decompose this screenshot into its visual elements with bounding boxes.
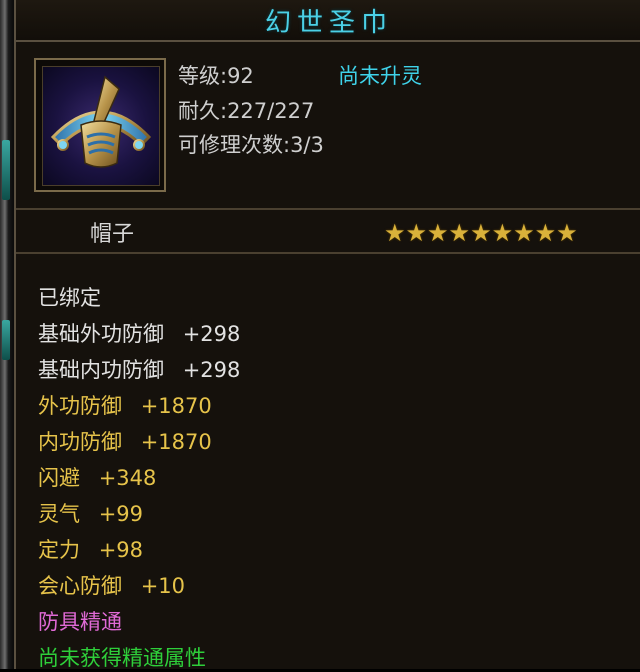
attribute-label: 定力 (38, 538, 80, 562)
attribute-label: 基础内功防御 (38, 358, 164, 382)
attribute-value: +298 (182, 322, 241, 346)
star-rating: ★ ★ ★ ★ ★ ★ ★ ★ ★ (384, 220, 578, 246)
star-icon: ★ (534, 219, 557, 247)
divider (16, 252, 640, 254)
attribute-value: +1870 (140, 430, 212, 454)
attribute-label: 外功防御 (38, 394, 122, 418)
attribute-row: 定力 +98 (38, 534, 143, 564)
attribute-label: 内功防御 (38, 430, 122, 454)
attribute-label: 灵气 (38, 502, 80, 526)
attribute-row: 内功防御 +1870 (38, 426, 212, 456)
star-icon: ★ (427, 219, 449, 247)
title-bar: 幻世圣巾 (16, 0, 640, 42)
bound-status: 已绑定 (38, 286, 101, 310)
attribute-value: +99 (98, 502, 144, 526)
attribute-row: 会心防御 +10 (38, 570, 185, 600)
star-icon: ★ (384, 219, 406, 247)
base-attribute-row: 基础内功防御 +298 (38, 354, 240, 384)
attribute-row: 灵气 +99 (38, 498, 143, 528)
base-attribute-row: 基础外功防御 +298 (38, 318, 240, 348)
attribute-label: 基础外功防御 (38, 322, 164, 346)
item-type: 帽子 (90, 222, 135, 247)
attribute-row: 外功防御 +1870 (38, 390, 212, 420)
star-icon: ★ (448, 219, 471, 247)
attribute-value: +10 (140, 574, 186, 598)
item-level: 等级:92 (178, 64, 254, 88)
left-window-frame (0, 0, 14, 669)
frame-gem (2, 140, 10, 200)
attribute-value: +98 (98, 538, 144, 562)
star-icon: ★ (491, 219, 514, 247)
spirit-status: 尚未升灵 (338, 64, 422, 88)
attribute-row: 闪避 +348 (38, 462, 156, 492)
attribute-value: +298 (182, 358, 241, 382)
mastery-status: 尚未获得精通属性 (38, 646, 206, 670)
frame-gem (2, 320, 10, 360)
item-title: 幻世圣巾 (264, 7, 393, 38)
star-icon: ★ (470, 219, 492, 247)
hat-icon (42, 66, 160, 186)
item-tooltip-panel: 幻世圣巾 等级:92 尚未升灵 耐久:227/227 可修理次数:3/3 帽子 … (14, 0, 640, 670)
star-icon: ★ (513, 219, 535, 247)
star-icon: ★ (405, 219, 428, 247)
mastery-title: 防具精通 (38, 610, 122, 634)
divider (16, 208, 640, 210)
repair-count: 可修理次数:3/3 (178, 133, 324, 157)
attribute-label: 闪避 (38, 466, 80, 490)
attribute-value: +1870 (140, 394, 212, 418)
item-icon-frame (34, 58, 166, 192)
durability: 耐久:227/227 (178, 99, 315, 123)
attribute-label: 会心防御 (38, 574, 122, 598)
attribute-value: +348 (98, 466, 157, 490)
star-icon: ★ (556, 219, 578, 247)
